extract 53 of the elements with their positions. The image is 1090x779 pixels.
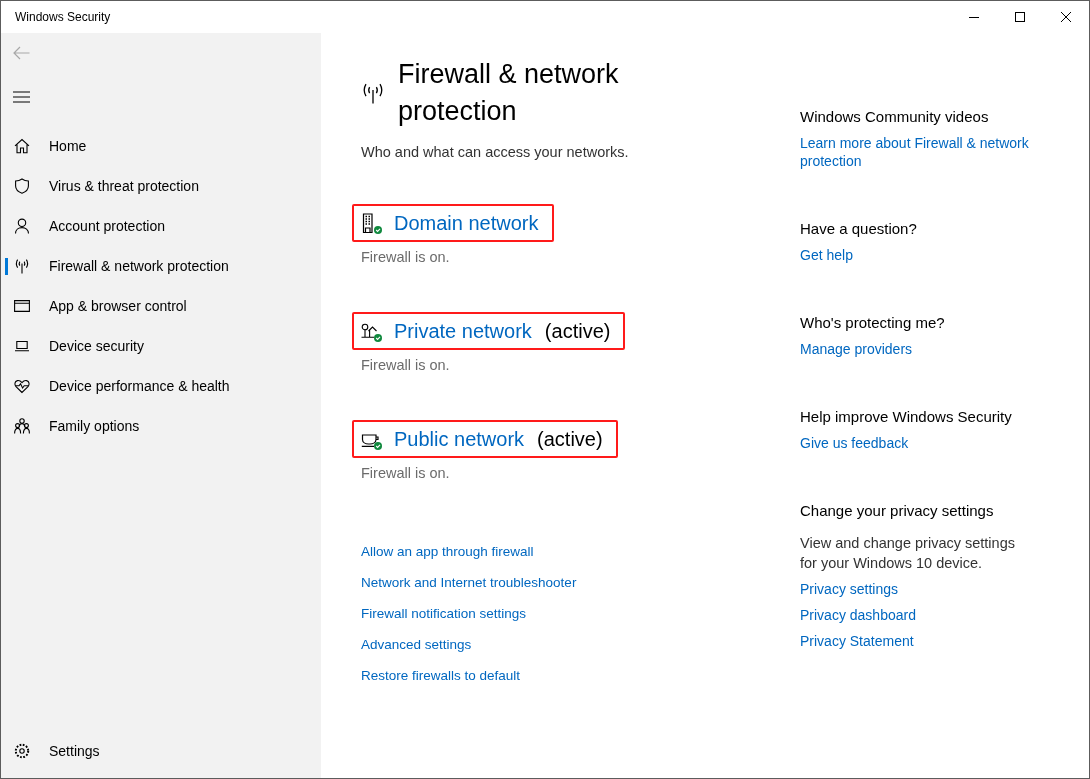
- nav-item[interactable]: Home: [1, 126, 321, 166]
- network-status: Firewall is on.: [361, 464, 450, 483]
- window-title: Windows Security: [15, 10, 111, 24]
- settings-nav-item[interactable]: Settings: [1, 731, 321, 771]
- firewall-link[interactable]: Allow an app through firewall: [361, 542, 534, 562]
- nav-item[interactable]: App & browser control: [1, 286, 321, 326]
- firewall-link[interactable]: Firewall notification settings: [361, 604, 527, 624]
- back-arrow-icon: [13, 46, 30, 60]
- home-icon: [14, 138, 30, 154]
- nav-item[interactable]: Device security: [1, 326, 321, 366]
- page-subtitle: Who and what can access your networks.: [361, 143, 629, 162]
- help-link[interactable]: Get help: [800, 246, 853, 264]
- menu-icon: [13, 91, 30, 103]
- antenna-icon: [14, 258, 30, 274]
- laptop-icon: [14, 338, 30, 354]
- firewall-link[interactable]: Network and Internet troubleshooter: [361, 573, 577, 593]
- section-text: View and change privacy settings for your Windows 10 device.: [800, 534, 1016, 573]
- help-link[interactable]: Privacy dashboard: [800, 606, 916, 624]
- family-icon: [14, 418, 30, 434]
- network-status: Firewall is on.: [361, 248, 450, 267]
- active-label: (active): [537, 427, 603, 451]
- shield-icon: [14, 178, 30, 194]
- nav-item[interactable]: Firewall & network protection: [1, 246, 321, 286]
- network-link[interactable]: Public network: [394, 427, 525, 451]
- person-icon: [14, 218, 30, 234]
- building-check-icon: [361, 212, 382, 234]
- app-window-icon: [14, 298, 30, 314]
- network-link[interactable]: Private network: [394, 319, 532, 343]
- maximize-icon: [1015, 12, 1025, 22]
- settings-icon: [14, 743, 30, 759]
- section-heading: Help improve Windows Security: [800, 407, 1012, 427]
- active-label: (active): [544, 319, 611, 343]
- nav-item[interactable]: Device performance & health: [1, 366, 321, 406]
- page-title: Firewall & network protection: [398, 58, 620, 128]
- section-heading: Windows Community videos: [800, 107, 989, 127]
- close-icon: [1061, 12, 1071, 22]
- network-status: Firewall is on.: [361, 356, 450, 375]
- firewall-link[interactable]: Advanced settings: [361, 635, 472, 655]
- antenna-icon: [361, 83, 385, 104]
- help-link[interactable]: Learn more about Firewall & network protection: [800, 134, 1036, 170]
- help-link[interactable]: Give us feedback: [800, 434, 909, 452]
- nav-item[interactable]: Virus & threat protection: [1, 166, 321, 206]
- nav-item[interactable]: Family options: [1, 406, 321, 446]
- network-link[interactable]: Domain network: [394, 211, 539, 235]
- heart-pulse-icon: [14, 378, 30, 394]
- nav-item[interactable]: Account protection: [1, 206, 321, 246]
- section-heading: Who's protecting me?: [800, 313, 945, 333]
- help-link[interactable]: Privacy Statement: [800, 632, 914, 650]
- firewall-link[interactable]: Restore firewalls to default: [361, 666, 521, 686]
- help-link[interactable]: Manage providers: [800, 340, 913, 358]
- section-heading: Have a question?: [800, 219, 917, 239]
- help-link[interactable]: Privacy settings: [800, 580, 899, 598]
- section-heading: Change your privacy settings: [800, 501, 994, 521]
